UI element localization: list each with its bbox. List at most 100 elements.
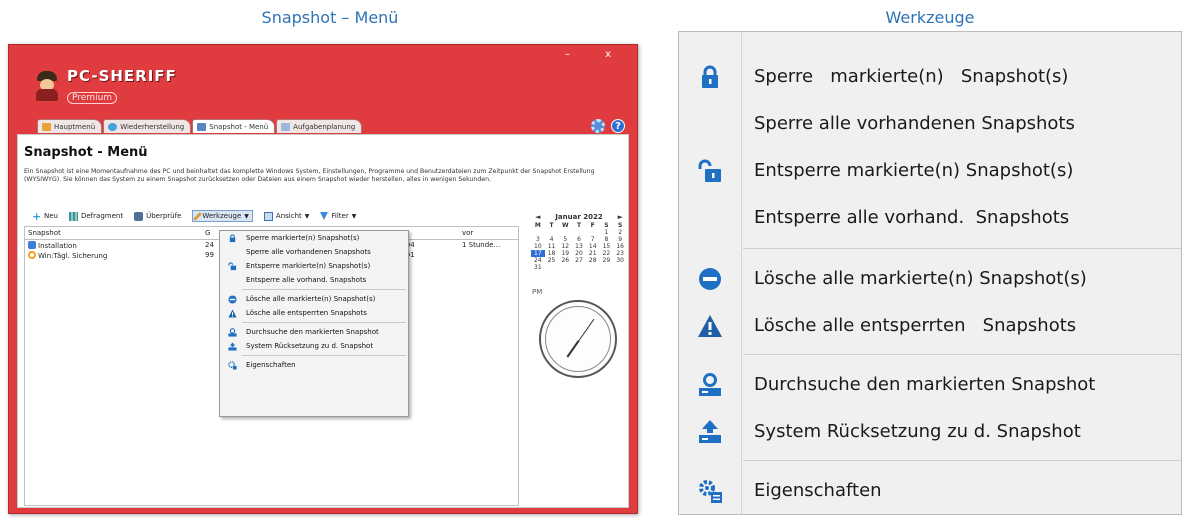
header-icons: ? — [591, 119, 625, 133]
view-label: Ansicht — [275, 212, 302, 220]
calendar-day[interactable]: 30 — [613, 257, 627, 264]
tools-item-label: Eigenschaften — [754, 479, 882, 501]
calendar-day[interactable]: 10 — [531, 243, 545, 250]
tools-item-label: Lösche alle markierte(n) Snapshot(s) — [754, 267, 1087, 289]
list-icon — [197, 123, 207, 131]
calendar-day[interactable]: 28 — [586, 257, 600, 264]
calendar-day[interactable]: 17 — [531, 250, 545, 257]
tab-aufgabenplanung[interactable]: Aufgabenplanung — [276, 119, 363, 133]
minus-circle-icon — [228, 295, 237, 304]
tools-item-lock-all[interactable]: Sperre alle vorhandenen Snapshots — [679, 99, 1183, 147]
tools-item-label: Sperre markierte(n) Snapshot(s) — [754, 65, 1069, 87]
settings-gear-icon[interactable] — [591, 119, 605, 133]
calendar-day[interactable]: 16 — [613, 243, 627, 250]
menu-item-browse-snapshot[interactable]: Durchsuche den markierten Snapshot — [220, 325, 408, 339]
tools-item-system-restore[interactable]: System Rücksetzung zu d. Snapshot — [679, 407, 1183, 455]
menu-item-delete-marked[interactable]: Lösche alle markierte(n) Snapshot(s) — [220, 292, 408, 306]
check-button[interactable]: Überprüfe — [134, 210, 181, 222]
tab-label: Snapshot - Menü — [209, 123, 269, 131]
calendar-day[interactable]: 22 — [600, 250, 614, 257]
calendar-day[interactable]: 1 — [600, 229, 614, 236]
menu-item-system-restore[interactable]: System Rücksetzung zu d. Snapshot — [220, 339, 408, 353]
tools-item-properties[interactable]: Eigenschaften — [679, 466, 1183, 514]
calendar-day — [558, 264, 572, 271]
defragment-button[interactable]: Defragment — [68, 210, 123, 222]
left-caption: Snapshot – Menü — [261, 8, 399, 27]
calendar-day[interactable]: 14 — [586, 243, 600, 250]
calendar-day — [600, 264, 614, 271]
column-header-ago[interactable]: vor — [462, 229, 473, 237]
tools-dropdown-menu: Sperre markierte(n) Snapshot(s) Sperre a… — [219, 230, 409, 417]
tools-item-unlock-all[interactable]: Entsperre alle vorhand. Snapshots — [679, 193, 1183, 241]
calendar-day[interactable]: 5 — [558, 236, 572, 243]
calendar-day[interactable]: 15 — [600, 243, 614, 250]
menu-item-delete-unlocked[interactable]: Lösche alle entsperrten Snapshots — [220, 306, 408, 320]
snapshot-name: Win:Tägl. Sicherung — [38, 252, 108, 260]
tools-item-lock-marked[interactable]: Sperre markierte(n) Snapshot(s) — [679, 52, 1183, 100]
calendar-day — [545, 229, 559, 236]
calendar-day[interactable]: 9 — [613, 236, 627, 243]
help-icon[interactable]: ? — [611, 119, 625, 133]
calendar-day — [586, 264, 600, 271]
window-controls[interactable]: – x — [565, 49, 627, 60]
tab-snapshot-menue[interactable]: Snapshot - Menü — [192, 119, 276, 133]
calendar-day[interactable]: 12 — [558, 243, 572, 250]
menu-item-lock-marked[interactable]: Sperre markierte(n) Snapshot(s) — [220, 231, 408, 245]
lock-closed-icon — [229, 234, 236, 243]
calendar-day[interactable]: 2 — [613, 229, 627, 236]
calendar-day[interactable]: 26 — [558, 257, 572, 264]
house-icon — [42, 123, 51, 131]
calendar-day[interactable]: 19 — [558, 250, 572, 257]
calendar-day[interactable]: 4 — [545, 236, 559, 243]
new-label: Neu — [44, 212, 58, 220]
menu-separator — [242, 322, 406, 323]
tools-item-unlock-marked[interactable]: Entsperre markierte(n) Snapshot(s) — [679, 146, 1183, 194]
calendar-day[interactable]: 3 — [531, 236, 545, 243]
calendar-day[interactable]: 20 — [572, 250, 586, 257]
calendar-day[interactable]: 7 — [586, 236, 600, 243]
calendar-day[interactable]: 21 — [586, 250, 600, 257]
tab-hauptmenue[interactable]: Hauptmenü — [37, 119, 103, 133]
tools-item-label: Entsperre alle vorhand. Snapshots — [754, 206, 1070, 228]
calendar-day[interactable]: 13 — [572, 243, 586, 250]
menu-item-label: Sperre markierte(n) Snapshot(s) — [246, 234, 360, 242]
menu-item-properties[interactable]: Eigenschaften — [220, 358, 408, 372]
brand-name: PC-SHERIFF — [67, 67, 177, 85]
calendar-day[interactable]: 23 — [613, 250, 627, 257]
tools-item-delete-unlocked[interactable]: Lösche alle entsperrten Snapshots — [679, 301, 1183, 349]
menu-item-label: Lösche alle markierte(n) Snapshot(s) — [246, 295, 376, 303]
calendar-next-button[interactable]: ► — [618, 213, 623, 221]
tools-dropdown-button[interactable]: Werkzeuge ▼ — [192, 210, 253, 222]
app-logo: PC-SHERIFF Premium — [33, 67, 177, 104]
column-header-g[interactable]: G — [205, 229, 210, 237]
view-dropdown-button[interactable]: Ansicht ▼ — [263, 210, 310, 222]
tools-item-browse-snapshot[interactable]: Durchsuche den markierten Snapshot — [679, 360, 1183, 408]
main-tabs: Hauptmenü Wiederherstellung Snapshot - M… — [37, 119, 363, 133]
menu-item-unlock-all[interactable]: Entsperre alle vorhand. Snapshots — [220, 273, 408, 287]
menu-item-label: Eigenschaften — [246, 361, 296, 369]
scheduled-snapshot-icon — [28, 251, 36, 259]
calendar-day[interactable]: 6 — [572, 236, 586, 243]
snapshot-g: 99 — [205, 251, 214, 259]
calendar-prev-button[interactable]: ◄ — [535, 213, 540, 221]
pc-sheriff-window: – x PC-SHERIFF Premium Hauptmenü Wiederh… — [8, 44, 638, 514]
menu-item-lock-all[interactable]: Sperre alle vorhandenen Snapshots — [220, 245, 408, 259]
new-button[interactable]: + Neu — [32, 210, 58, 222]
filter-dropdown-button[interactable]: Filter ▼ — [320, 210, 356, 222]
calendar-day[interactable]: 25 — [545, 257, 559, 264]
calendar-weekday: T — [576, 222, 582, 229]
calendar-day[interactable]: 27 — [572, 257, 586, 264]
view-icon — [263, 211, 273, 221]
tools-item-label: Durchsuche den markierten Snapshot — [754, 373, 1096, 395]
calendar-day[interactable]: 18 — [545, 250, 559, 257]
calendar-day[interactable]: 8 — [600, 236, 614, 243]
tools-item-delete-marked[interactable]: Lösche alle markierte(n) Snapshot(s) — [679, 254, 1183, 302]
calendar-day[interactable]: 24 — [531, 257, 545, 264]
calendar-day[interactable]: 31 — [531, 264, 545, 271]
menu-item-unlock-marked[interactable]: Entsperre markierte(n) Snapshot(s) — [220, 259, 408, 273]
calendar-day[interactable]: 29 — [600, 257, 614, 264]
calendar-day[interactable]: 11 — [545, 243, 559, 250]
chevron-down-icon: ▼ — [304, 212, 310, 220]
column-header-snapshot[interactable]: Snapshot — [28, 229, 61, 237]
tab-wiederherstellung[interactable]: Wiederherstellung — [103, 119, 192, 133]
